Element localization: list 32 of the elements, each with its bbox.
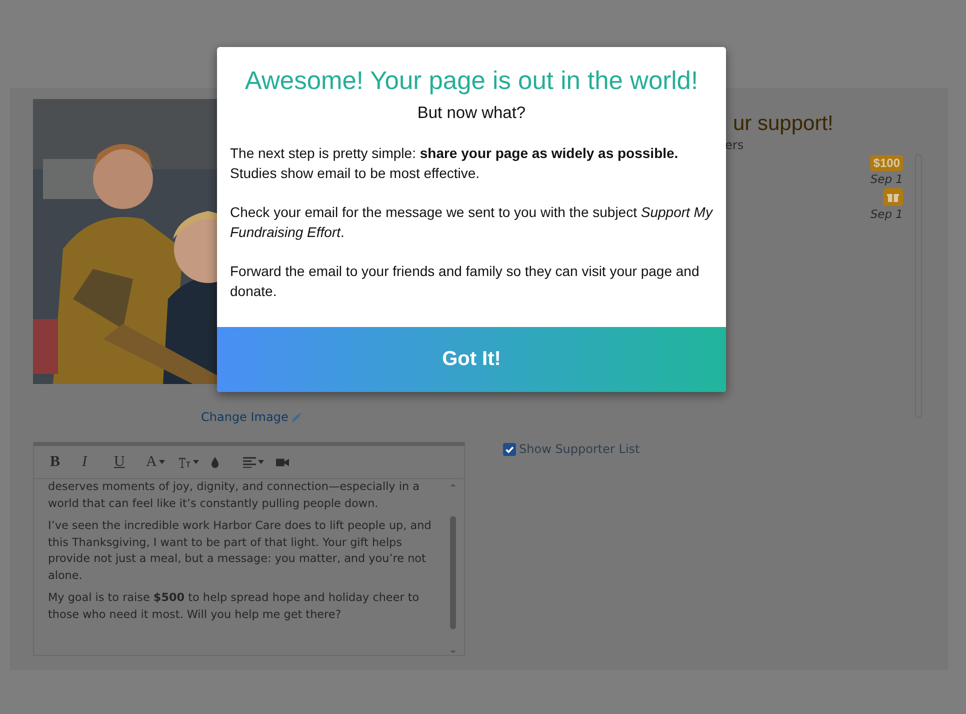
modal-paragraph: The next step is pretty simple: share your page as widely as possible. Studies show email to be most effective. bbox=[230, 144, 680, 183]
modal-subtitle: But now what? bbox=[416, 104, 527, 123]
drop-icon bbox=[211, 456, 219, 468]
align-icon bbox=[243, 456, 256, 468]
donation-date: Sep 1 bbox=[870, 172, 903, 186]
pencil-icon bbox=[291, 412, 302, 422]
modal-paragraph: Check your email for the message we sent to you with the subject Support My Fundraising Effort. bbox=[230, 203, 713, 242]
amount-badge: $100 bbox=[870, 155, 903, 171]
caret-icon bbox=[158, 460, 165, 464]
show-supporter-checkbox[interactable]: Show Supporter List bbox=[503, 442, 948, 456]
text-size-icon bbox=[178, 456, 191, 468]
got-it-button[interactable]: Got It! bbox=[217, 327, 726, 392]
italic-button[interactable]: I bbox=[78, 450, 106, 474]
underline-button[interactable]: U bbox=[110, 450, 138, 474]
change-image-link[interactable]: Change Image bbox=[201, 410, 302, 424]
modal-paragraph: Forward the email to your friends and family so they can visit your page and donate. bbox=[230, 262, 700, 301]
caret-icon bbox=[258, 460, 264, 464]
modal-title: Awesome! Your page is out in the world! bbox=[244, 67, 700, 96]
editor-paragraph: I’ve seen the incredible work Harbor Care does to lift people up, and this Thanksgiving, I want to be part of that light. Your gift helps provide not just a meal, but a message: you matter, and you’re not alone. bbox=[48, 518, 432, 584]
font-button[interactable]: A bbox=[142, 450, 170, 474]
text-editor[interactable] bbox=[33, 442, 465, 656]
scrollbar-icon bbox=[448, 481, 458, 655]
editor-paragraph: deserves moments of joy, dignity, and connection—especially in a world that can feel like it’s constantly pulling people down. bbox=[48, 479, 420, 512]
support-heading: ur support! bbox=[733, 112, 834, 136]
editor-paragraph: My goal is to raise $500 to help spread hope and holiday cheer to those who need it most. Will you help me get there? bbox=[48, 590, 420, 622]
caret-icon bbox=[193, 460, 199, 464]
video-camera-icon bbox=[276, 456, 289, 468]
checkmark-icon bbox=[504, 444, 515, 454]
supporter-count: ers bbox=[725, 138, 745, 152]
bold-button[interactable]: B bbox=[46, 450, 74, 474]
gift-icon bbox=[883, 188, 903, 206]
donation-date: Sep 1 bbox=[870, 207, 903, 221]
